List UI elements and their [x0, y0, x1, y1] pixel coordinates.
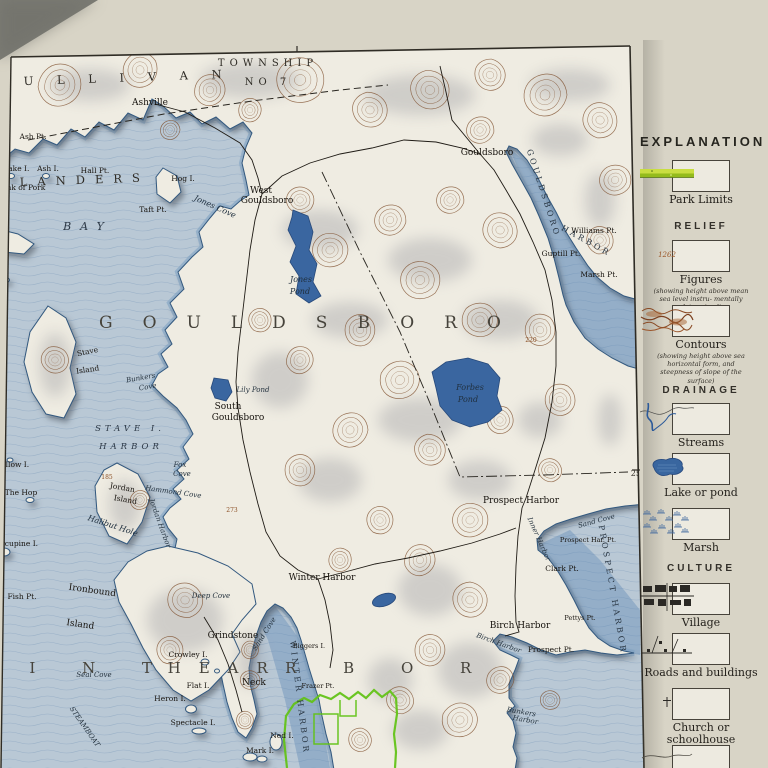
map-label-flat-i: Flat I.: [187, 681, 210, 690]
map-label-williams-pt: Williams Pt.: [571, 226, 616, 235]
legend-item-lake-or-pond: Lake or pond: [640, 453, 762, 499]
map-label-grindstone: Grindstone: [208, 631, 259, 641]
legend-swatch-lake: [652, 453, 730, 485]
map-label-cove: Cove: [173, 470, 191, 478]
map-label-deep-cove: Deep Cove: [191, 592, 230, 600]
map-label-mark-i: Mark I.: [246, 746, 274, 755]
legend-label-roads-and-buildings: Roads and buildings: [644, 666, 758, 679]
map-label-ash-i: Ash I.: [36, 164, 59, 173]
svg-text:1262: 1262: [672, 251, 676, 259]
legend-swatch-figures: 1262: [658, 240, 730, 272]
map-label-harbor: HARBOR: [98, 442, 163, 452]
map-label-ash-pt: Ash Pt.: [19, 132, 47, 141]
hop-islet: [25, 497, 35, 503]
legend-item-church-or-schoolhouse: Church or schoolhouse: [640, 688, 762, 745]
spectacle-islet: [191, 727, 207, 735]
map-label-township: TOWNSHIP: [218, 58, 318, 69]
legend-label-park-limits: Park Limits: [669, 193, 733, 206]
topographic-map-photo: 5'68°00'44°30'25'S U L L I V A NTOWNSHIP…: [0, 0, 768, 768]
map-label-winter-harbor: Winter Harbor: [289, 573, 357, 583]
legend-label-figures: Figures: [679, 273, 723, 286]
map-content: 5'68°00'44°30'25'S U L L I V A NTOWNSHIP…: [0, 46, 644, 768]
legend-item-village: Village: [640, 583, 762, 629]
legend-label-contours: Contours: [675, 338, 727, 351]
map-label-gouldsboro: GOULDSBORO: [99, 313, 531, 333]
map-label-west: West: [250, 186, 272, 196]
map-label-gouldsboro: Gouldsboro: [461, 148, 514, 158]
legend-swatch-partial: [641, 745, 730, 768]
legend-item-contours: Contours (showing height above sea horizo…: [640, 305, 762, 385]
map-label-prospect-harbor: Prospect Harbor: [483, 496, 560, 506]
heron-islet: [185, 704, 197, 714]
map-label-220: 220: [525, 337, 537, 344]
map-label-heron-i: Heron I.: [154, 694, 186, 703]
map-label-pettys-pt: Pettys Pt.: [564, 614, 595, 622]
map-label-gouldsboro: Gouldsboro: [212, 413, 265, 423]
legend-item-roads-and-buildings: Roads and buildings: [640, 633, 762, 679]
map-label-bay: BAY: [62, 220, 113, 233]
map-label-h-a-r-b-o-r: H A R B O R: [168, 659, 493, 677]
map-label-pond: Pond: [289, 287, 310, 296]
legend-item-figures: 1262 Figures (showing height above mean se…: [640, 240, 762, 312]
legend-swatch-village: [640, 583, 730, 615]
legend-heading-relief: RELIEF: [674, 221, 728, 232]
legend-item-drainage: DRAINAGE: [640, 385, 762, 396]
legend-swatch-marsh: [643, 508, 730, 540]
legend-item-streams: Streams: [640, 403, 762, 449]
map-label-biggers-i: Biggers I.: [293, 642, 325, 650]
map-label-185: 185: [101, 474, 113, 481]
map-label-birch-harbor: Birch Harbor: [490, 621, 551, 631]
map-label-fox: Fox: [173, 461, 187, 469]
legend-label-marsh: Marsh: [683, 541, 719, 554]
legend-item-partial: [640, 745, 762, 768]
map-label-porcupine-i: Porcupine I.: [0, 539, 38, 548]
map-label-pond: Pond: [457, 395, 478, 404]
map-label-marsh-pt: Marsh Pt.: [580, 270, 617, 279]
legend-item-culture: CULTURE: [640, 563, 762, 574]
map-label-hog-i: Hog I.: [171, 174, 195, 183]
map-label-forbes: Forbes: [455, 383, 484, 392]
legend-label-church-or-schoolhouse: Church or schoolhouse: [666, 721, 736, 746]
legend-swatch-church: [663, 688, 730, 720]
legend-label-lake-or-pond: Lake or pond: [664, 486, 738, 499]
map-label-taft-pt: Taft Pt.: [139, 205, 167, 214]
map-label-the-hop: The Hop: [5, 488, 38, 497]
map-label-273: 273: [226, 507, 238, 514]
map-label-south: South: [215, 402, 242, 412]
legend-heading-culture: CULTURE: [666, 563, 736, 574]
legend-note-contours: (showing height above sea horizontal for…: [657, 351, 745, 385]
legend-label-village: Village: [681, 616, 721, 629]
legend-heading-drainage: DRAINAGE: [662, 385, 740, 396]
map-label-ashville: Ashville: [131, 98, 168, 108]
legend-label-streams: Streams: [677, 436, 725, 449]
map-label-no-7: NO 7: [245, 77, 292, 88]
map-label-lily-pond: Lily Pond: [236, 386, 270, 394]
map-label-neck: Neck: [242, 678, 266, 688]
legend-swatch-contours: [640, 305, 730, 337]
map-label-prospect-pt: Prospect Pt.: [528, 645, 574, 654]
legend-swatch-streams: [640, 403, 730, 435]
map-label-jones: Jones: [288, 275, 312, 284]
map-label-frazer-pt: Frazer Pt.: [302, 682, 335, 690]
map-label-ned-i: Ned I.: [270, 731, 294, 740]
map-label-gouldsboro: Gouldsboro: [241, 196, 294, 206]
map-label-fish-pt: Fish Pt.: [7, 592, 36, 601]
map-label-clark-pt: Clark Pt.: [545, 564, 579, 573]
legend-item-park-limits: Park Limits: [640, 160, 762, 206]
map-label-hall-pt: Hall Pt.: [81, 166, 110, 175]
legend-panel: EXPLANATION Park Limits RELIEF 1262 Figures(…: [640, 0, 762, 768]
legend-title: EXPLANATION: [640, 134, 766, 149]
map-label-spectacle-i: Spectacle I.: [171, 718, 216, 727]
legend-swatch-roads: [642, 633, 730, 665]
legend-item-marsh: Marsh: [640, 508, 762, 554]
mark-islet: [256, 755, 268, 763]
map-label-crowley-i: Crowley I.: [168, 650, 207, 659]
map-label-guptill-pt: Guptill Pt.: [542, 249, 581, 258]
legend-swatch-park: [640, 160, 730, 192]
legend-item-relief: RELIEF: [640, 221, 762, 232]
map-label-stave-i: STAVE I.: [95, 424, 165, 434]
